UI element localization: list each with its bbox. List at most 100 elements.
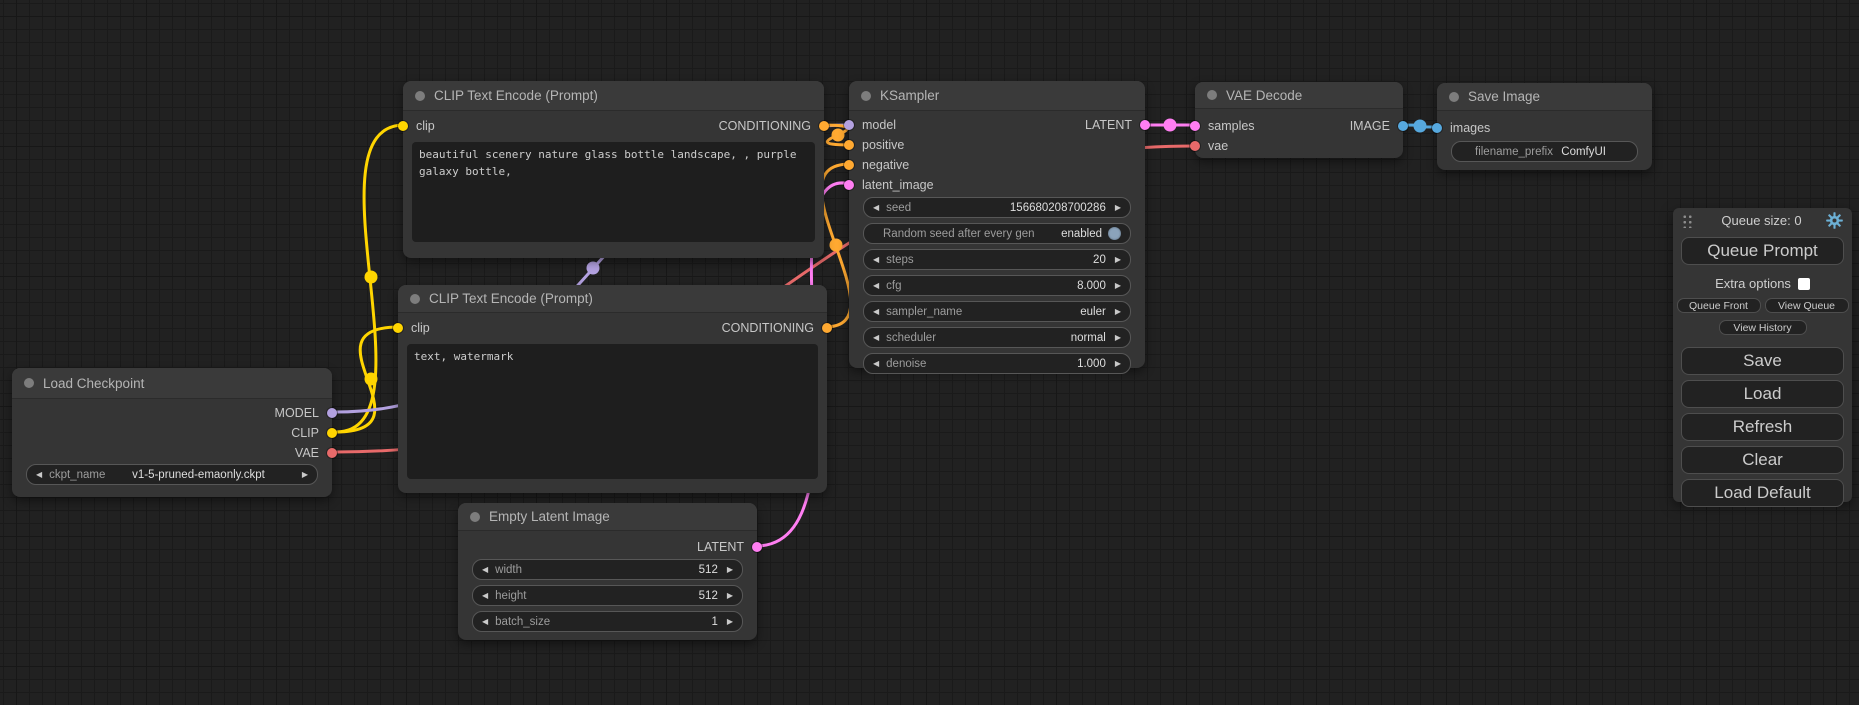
load-button[interactable]: Load [1681, 380, 1844, 408]
random-seed-toggle-widget[interactable]: Random seed after every gen enabled [863, 223, 1131, 244]
increment-arrow-icon[interactable] [1115, 256, 1121, 264]
drag-handle-icon[interactable] [1682, 213, 1693, 228]
node-header[interactable]: VAE Decode [1195, 82, 1403, 109]
node-vae-decode[interactable]: VAE Decode samples IMAGE vae [1195, 82, 1403, 158]
output-port-vae[interactable] [327, 448, 337, 458]
increment-arrow-icon[interactable] [1115, 308, 1121, 316]
input-port-samples[interactable] [1190, 121, 1200, 131]
gear-icon[interactable] [1826, 212, 1843, 229]
filename-prefix-widget[interactable]: filename_prefix ComfyUI [1451, 141, 1638, 162]
view-queue-button[interactable]: View Queue [1765, 298, 1849, 313]
collapse-dot-icon[interactable] [410, 294, 420, 304]
output-row-vae: VAE [12, 443, 332, 463]
wire-clip-to-positive-prompt [336, 125, 404, 432]
seed-widget[interactable]: seed 156680208700286 [863, 197, 1131, 218]
link-midpoint-dot[interactable] [832, 129, 845, 142]
node-save-image[interactable]: Save Image images filename_prefix ComfyU… [1437, 83, 1652, 170]
denoise-widget[interactable]: denoise 1.000 [863, 353, 1131, 374]
output-port-conditioning[interactable] [819, 121, 829, 131]
node-title: KSampler [880, 88, 939, 103]
prompt-textarea[interactable]: beautiful scenery nature glass bottle la… [412, 142, 815, 242]
cfg-widget[interactable]: cfg 8.000 [863, 275, 1131, 296]
decrement-arrow-icon[interactable] [873, 256, 879, 264]
link-midpoint-dot[interactable] [1164, 119, 1177, 132]
input-port-model[interactable] [844, 120, 854, 130]
output-port-latent[interactable] [752, 542, 762, 552]
input-port-vae[interactable] [1190, 141, 1200, 151]
toggle-circle-icon[interactable] [1108, 227, 1121, 240]
collapse-dot-icon[interactable] [470, 512, 480, 522]
collapse-dot-icon[interactable] [1207, 90, 1217, 100]
collapse-dot-icon[interactable] [861, 91, 871, 101]
node-header[interactable]: CLIP Text Encode (Prompt) [403, 81, 824, 111]
scheduler-widget[interactable]: scheduler normal [863, 327, 1131, 348]
input-port-negative[interactable] [844, 160, 854, 170]
decrement-arrow-icon[interactable] [36, 471, 42, 479]
node-empty-latent-image[interactable]: Empty Latent Image LATENT width 512 heig… [458, 503, 757, 640]
increment-arrow-icon[interactable] [727, 592, 733, 600]
queue-front-button[interactable]: Queue Front [1677, 298, 1761, 313]
batch-size-widget[interactable]: batch_size 1 [472, 611, 743, 632]
clear-button[interactable]: Clear [1681, 446, 1844, 474]
node-graph-canvas[interactable]: Load Checkpoint MODEL CLIP VAE ckpt_name… [0, 0, 1859, 705]
decrement-arrow-icon[interactable] [873, 334, 879, 342]
input-port-positive[interactable] [844, 140, 854, 150]
node-clip-text-encode-negative[interactable]: CLIP Text Encode (Prompt) clip CONDITION… [398, 285, 827, 493]
ckpt-name-widget[interactable]: ckpt_name v1-5-pruned-emaonly.ckpt [26, 464, 318, 485]
output-row-model: MODEL [12, 403, 332, 423]
width-widget[interactable]: width 512 [472, 559, 743, 580]
height-widget[interactable]: height 512 [472, 585, 743, 606]
increment-arrow-icon[interactable] [1115, 204, 1121, 212]
decrement-arrow-icon[interactable] [482, 618, 488, 626]
link-midpoint-dot[interactable] [365, 373, 378, 386]
link-midpoint-dot[interactable] [587, 262, 600, 275]
increment-arrow-icon[interactable] [302, 471, 308, 479]
steps-widget[interactable]: steps 20 [863, 249, 1131, 270]
link-midpoint-dot[interactable] [830, 239, 843, 252]
sampler-name-widget[interactable]: sampler_name euler [863, 301, 1131, 322]
link-midpoint-dot[interactable] [1414, 120, 1427, 133]
node-title: Empty Latent Image [489, 509, 610, 524]
increment-arrow-icon[interactable] [1115, 360, 1121, 368]
decrement-arrow-icon[interactable] [873, 360, 879, 368]
increment-arrow-icon[interactable] [727, 566, 733, 574]
node-header[interactable]: KSampler [849, 81, 1145, 111]
view-history-button[interactable]: View History [1719, 320, 1807, 335]
output-port-model[interactable] [327, 408, 337, 418]
link-midpoint-dot[interactable] [365, 271, 378, 284]
decrement-arrow-icon[interactable] [482, 592, 488, 600]
node-load-checkpoint[interactable]: Load Checkpoint MODEL CLIP VAE ckpt_name… [12, 368, 332, 497]
extra-options-checkbox[interactable] [1798, 278, 1810, 290]
input-port-clip[interactable] [393, 323, 403, 333]
decrement-arrow-icon[interactable] [873, 204, 879, 212]
node-header[interactable]: Load Checkpoint [12, 368, 332, 399]
output-port-conditioning[interactable] [822, 323, 832, 333]
increment-arrow-icon[interactable] [1115, 334, 1121, 342]
increment-arrow-icon[interactable] [727, 618, 733, 626]
input-port-images[interactable] [1432, 123, 1442, 133]
collapse-dot-icon[interactable] [415, 91, 425, 101]
output-port-image[interactable] [1398, 121, 1408, 131]
decrement-arrow-icon[interactable] [482, 566, 488, 574]
output-port-latent[interactable] [1140, 120, 1150, 130]
output-port-clip[interactable] [327, 428, 337, 438]
node-clip-text-encode-positive[interactable]: CLIP Text Encode (Prompt) clip CONDITION… [403, 81, 824, 258]
decrement-arrow-icon[interactable] [873, 282, 879, 290]
node-ksampler[interactable]: KSampler model LATENT positive negative … [849, 81, 1145, 368]
increment-arrow-icon[interactable] [1115, 282, 1121, 290]
input-port-latent-image[interactable] [844, 180, 854, 190]
input-port-clip[interactable] [398, 121, 408, 131]
node-header[interactable]: Empty Latent Image [458, 503, 757, 531]
queue-prompt-button[interactable]: Queue Prompt [1681, 237, 1844, 265]
collapse-dot-icon[interactable] [1449, 92, 1459, 102]
load-default-button[interactable]: Load Default [1681, 479, 1844, 507]
node-header[interactable]: CLIP Text Encode (Prompt) [398, 285, 827, 313]
decrement-arrow-icon[interactable] [873, 308, 879, 316]
prompt-textarea[interactable]: text, watermark [407, 344, 818, 479]
refresh-button[interactable]: Refresh [1681, 413, 1844, 441]
port-row: images [1437, 118, 1652, 138]
node-title: Load Checkpoint [43, 376, 144, 391]
node-header[interactable]: Save Image [1437, 83, 1652, 111]
collapse-dot-icon[interactable] [24, 378, 34, 388]
save-button[interactable]: Save [1681, 347, 1844, 375]
